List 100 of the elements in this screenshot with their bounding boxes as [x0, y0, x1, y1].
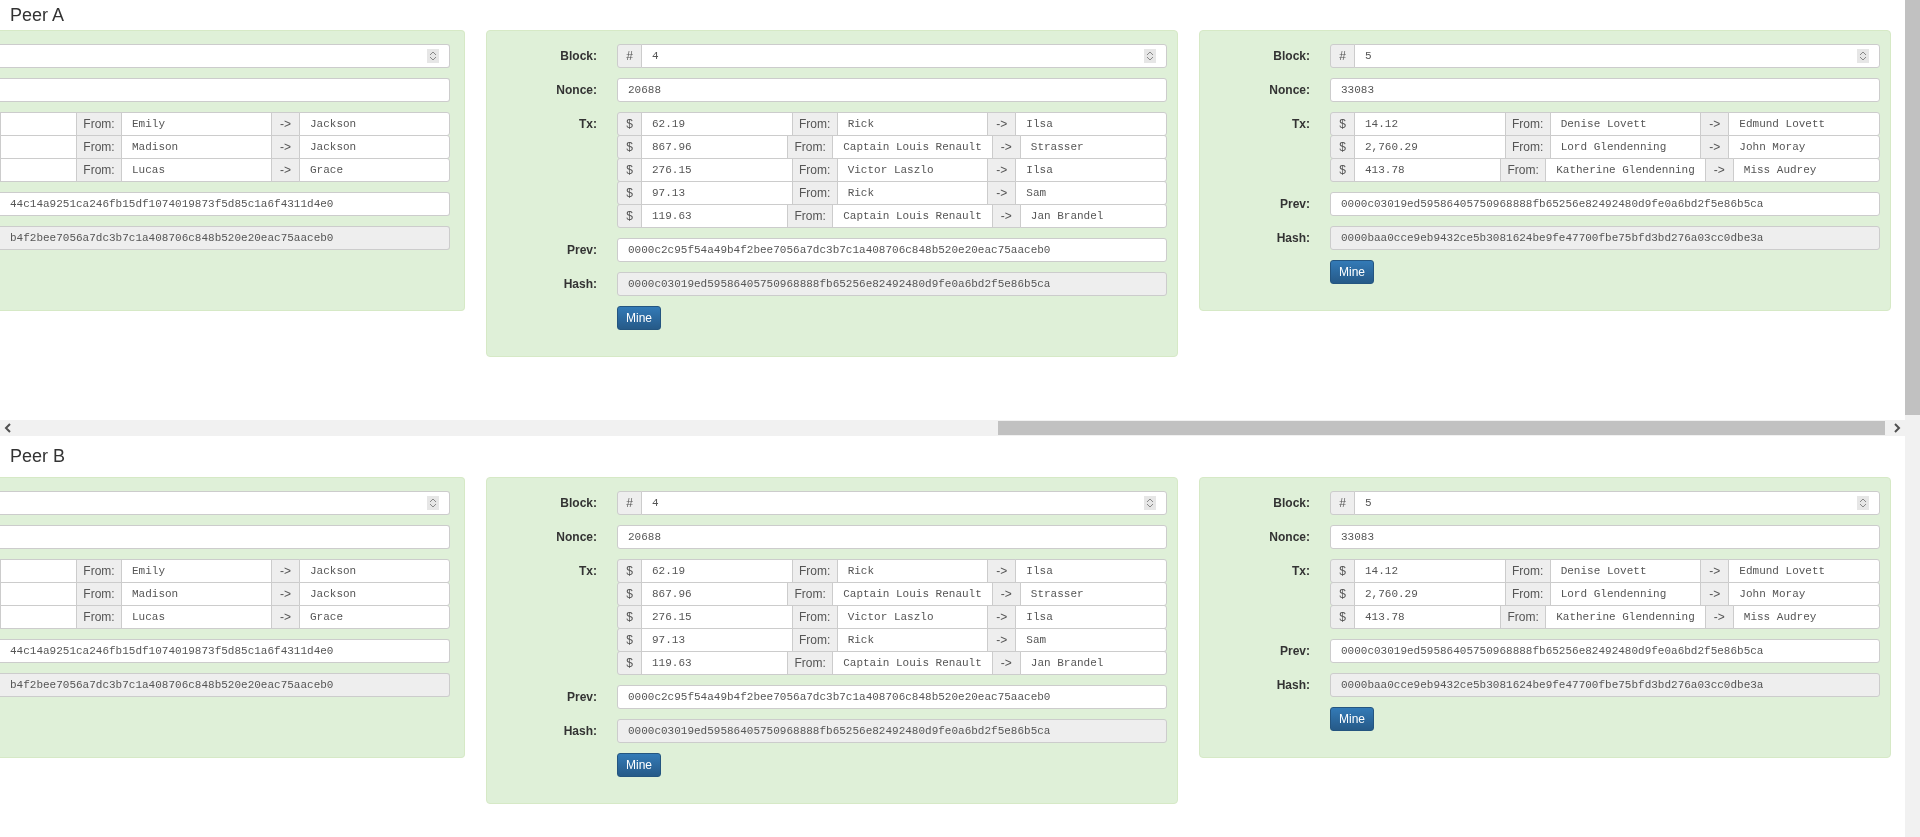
- sender-field[interactable]: Madison: [121, 135, 272, 159]
- nonce-field[interactable]: 33083: [1330, 78, 1880, 102]
- recipient-field[interactable]: Jan Brandel: [1019, 204, 1167, 228]
- amount-field[interactable]: 97.13: [641, 628, 793, 652]
- sender-field[interactable]: Emily: [121, 559, 272, 583]
- block-number-field[interactable]: 5: [1354, 491, 1880, 515]
- sender-field[interactable]: Katherine Glendenning: [1545, 605, 1706, 629]
- amount-field[interactable]: [0, 582, 77, 606]
- amount-field[interactable]: 62.19: [641, 112, 793, 136]
- scrollbar-thumb[interactable]: [1905, 0, 1920, 415]
- amount-field[interactable]: 97.13: [641, 181, 793, 205]
- amount-field[interactable]: [0, 605, 77, 629]
- sender-field[interactable]: Rick: [836, 112, 989, 136]
- nonce-field[interactable]: 20688: [617, 78, 1167, 102]
- amount-field[interactable]: 119.63: [641, 204, 789, 228]
- sender-field[interactable]: Victor Laszlo: [836, 158, 989, 182]
- sender-field[interactable]: Denise Lovett: [1549, 112, 1702, 136]
- amount-field[interactable]: [0, 112, 77, 136]
- amount-field[interactable]: [0, 559, 77, 583]
- mine-button[interactable]: Mine: [1330, 707, 1374, 731]
- recipient-field[interactable]: John Moray: [1728, 135, 1880, 159]
- sender-field[interactable]: Captain Louis Renault: [832, 204, 993, 228]
- amount-field[interactable]: 413.78: [1354, 158, 1502, 182]
- amount-field[interactable]: 14.12: [1354, 559, 1506, 583]
- recipient-field[interactable]: Jackson: [299, 135, 450, 159]
- recipient-field[interactable]: Jackson: [299, 112, 450, 136]
- prev-hash-field[interactable]: 44c14a9251ca246fb15df1074019873f5d85c1a6f4311d4e0: [0, 639, 450, 663]
- prev-hash-field[interactable]: 44c14a9251ca246fb15df1074019873f5d85c1a6f4311d4e0: [0, 192, 450, 216]
- recipient-field[interactable]: Ilsa: [1015, 112, 1167, 136]
- mine-button[interactable]: Mine: [617, 753, 661, 777]
- block-number-field[interactable]: 5: [1354, 44, 1880, 68]
- recipient-field[interactable]: Sam: [1015, 181, 1167, 205]
- sender-field[interactable]: Lucas: [121, 158, 272, 182]
- amount-field[interactable]: 2,760.29: [1354, 582, 1506, 606]
- horizontal-scrollbar[interactable]: [0, 420, 1905, 436]
- recipient-field[interactable]: John Moray: [1728, 582, 1880, 606]
- block-number-field[interactable]: 4: [641, 44, 1167, 68]
- prev-hash-field[interactable]: 0000c2c95f54a49b4f2bee7056a7dc3b7c1a408706c848b520e20eac75aaceb0: [617, 685, 1167, 709]
- mine-button[interactable]: Mine: [1330, 260, 1374, 284]
- amount-field[interactable]: 276.15: [641, 158, 793, 182]
- sender-field[interactable]: Rick: [836, 628, 989, 652]
- sender-field[interactable]: Captain Louis Renault: [832, 135, 993, 159]
- recipient-field[interactable]: Edmund Lovett: [1728, 559, 1880, 583]
- spinner-icon[interactable]: [1144, 49, 1156, 63]
- amount-field[interactable]: [0, 135, 77, 159]
- recipient-field[interactable]: Strasser: [1019, 582, 1167, 606]
- amount-field[interactable]: 867.96: [641, 582, 789, 606]
- mine-button[interactable]: Mine: [617, 306, 661, 330]
- sender-field[interactable]: Victor Laszlo: [836, 605, 989, 629]
- sender-field[interactable]: Lord Glendenning: [1549, 135, 1702, 159]
- currency-addon: $: [617, 204, 642, 228]
- recipient-field[interactable]: Ilsa: [1015, 158, 1167, 182]
- amount-field[interactable]: 276.15: [641, 605, 793, 629]
- recipient-field[interactable]: Jackson: [299, 559, 450, 583]
- recipient-field[interactable]: Miss Audrey: [1732, 158, 1880, 182]
- recipient-field[interactable]: Grace: [299, 158, 450, 182]
- sender-field[interactable]: Madison: [121, 582, 272, 606]
- prev-hash-field[interactable]: 0000c03019ed59586405750968888fb65256e82492480d9fe0a6bd2f5e86b5ca: [1330, 192, 1880, 216]
- amount-field[interactable]: 14.12: [1354, 112, 1506, 136]
- block-number-field[interactable]: [0, 44, 450, 68]
- sender-field[interactable]: Captain Louis Renault: [832, 582, 993, 606]
- sender-field[interactable]: Rick: [836, 181, 989, 205]
- sender-field[interactable]: Emily: [121, 112, 272, 136]
- sender-field[interactable]: Rick: [836, 559, 989, 583]
- sender-field[interactable]: Lucas: [121, 605, 272, 629]
- recipient-field[interactable]: Jackson: [299, 582, 450, 606]
- nonce-field[interactable]: [0, 78, 450, 102]
- recipient-field[interactable]: Grace: [299, 605, 450, 629]
- vertical-scrollbar[interactable]: [1905, 0, 1920, 837]
- amount-field[interactable]: 413.78: [1354, 605, 1502, 629]
- recipient-field[interactable]: Ilsa: [1015, 605, 1167, 629]
- recipient-field[interactable]: Jan Brandel: [1019, 651, 1167, 675]
- recipient-field[interactable]: Edmund Lovett: [1728, 112, 1880, 136]
- prev-hash-field[interactable]: 0000c03019ed59586405750968888fb65256e82492480d9fe0a6bd2f5e86b5ca: [1330, 639, 1880, 663]
- sender-field[interactable]: Captain Louis Renault: [832, 651, 993, 675]
- sender-field[interactable]: Lord Glendenning: [1549, 582, 1702, 606]
- scrollbar-thumb[interactable]: [998, 421, 1885, 435]
- spinner-icon[interactable]: [427, 49, 439, 63]
- spinner-icon[interactable]: [1144, 496, 1156, 510]
- spinner-icon[interactable]: [1857, 49, 1869, 63]
- recipient-field[interactable]: Strasser: [1019, 135, 1167, 159]
- amount-field[interactable]: 62.19: [641, 559, 793, 583]
- amount-field[interactable]: 119.63: [641, 651, 789, 675]
- recipient-field[interactable]: Miss Audrey: [1732, 605, 1880, 629]
- amount-field[interactable]: [0, 158, 77, 182]
- spinner-icon[interactable]: [427, 496, 439, 510]
- from-addon: From:: [76, 112, 122, 136]
- spinner-icon[interactable]: [1857, 496, 1869, 510]
- sender-field[interactable]: Denise Lovett: [1549, 559, 1702, 583]
- nonce-field[interactable]: 20688: [617, 525, 1167, 549]
- block-number-field[interactable]: [0, 491, 450, 515]
- nonce-field[interactable]: 33083: [1330, 525, 1880, 549]
- amount-field[interactable]: 867.96: [641, 135, 789, 159]
- prev-hash-field[interactable]: 0000c2c95f54a49b4f2bee7056a7dc3b7c1a408706c848b520e20eac75aaceb0: [617, 238, 1167, 262]
- block-number-field[interactable]: 4: [641, 491, 1167, 515]
- sender-field[interactable]: Katherine Glendenning: [1545, 158, 1706, 182]
- recipient-field[interactable]: Sam: [1015, 628, 1167, 652]
- recipient-field[interactable]: Ilsa: [1015, 559, 1167, 583]
- amount-field[interactable]: 2,760.29: [1354, 135, 1506, 159]
- nonce-field[interactable]: [0, 525, 450, 549]
